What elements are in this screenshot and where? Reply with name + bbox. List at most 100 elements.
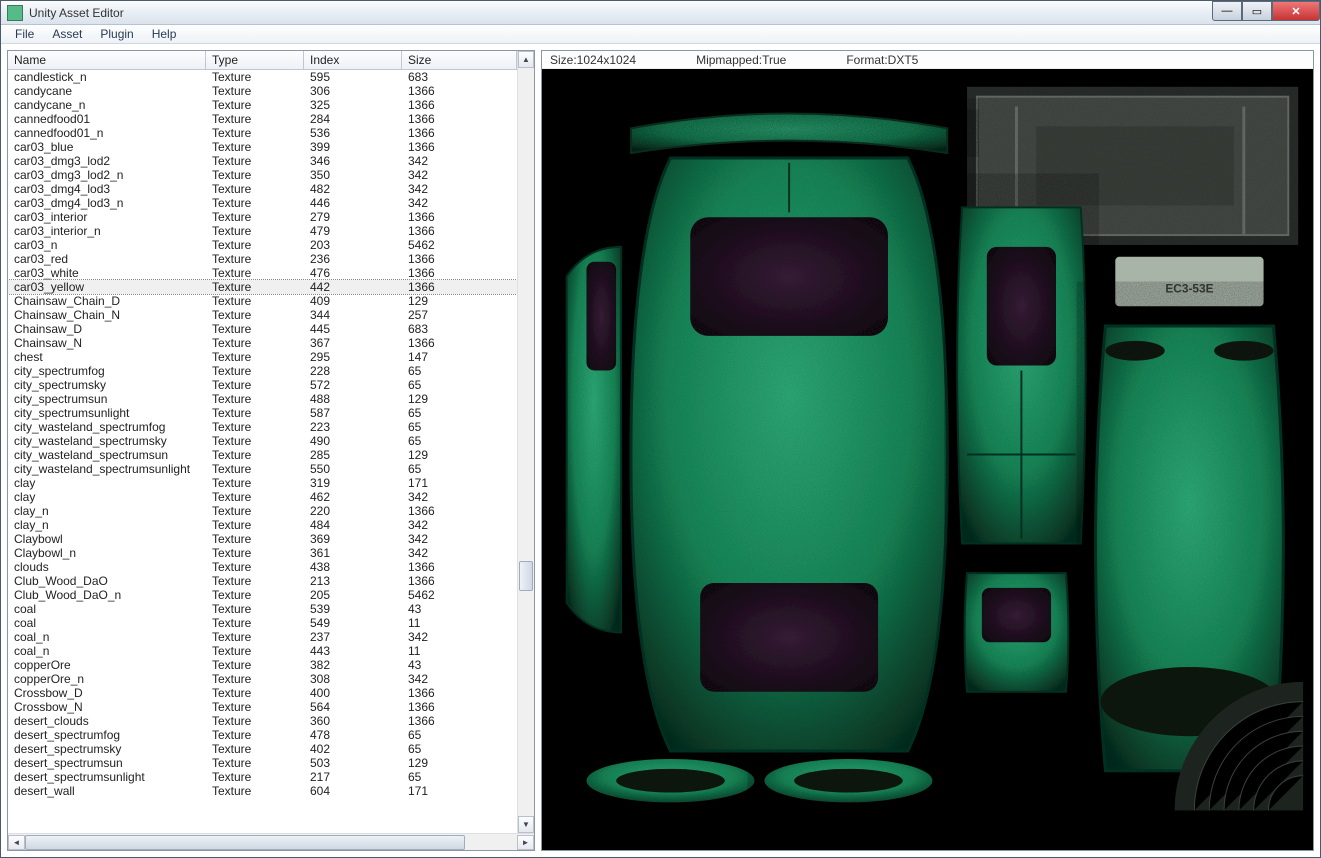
table-row[interactable]: city_spectrumsunTexture488129: [8, 392, 517, 406]
table-cell: Texture: [206, 154, 304, 168]
table-row[interactable]: city_wasteland_spectrumsunTexture285129: [8, 448, 517, 462]
table-row[interactable]: car03_nTexture2035462: [8, 238, 517, 252]
table-row[interactable]: city_spectrumskyTexture57265: [8, 378, 517, 392]
table-row[interactable]: coalTexture54911: [8, 616, 517, 630]
menu-file[interactable]: File: [7, 25, 42, 43]
scroll-thumb[interactable]: [519, 561, 533, 591]
table-cell: 478: [304, 728, 402, 742]
menu-asset[interactable]: Asset: [44, 25, 90, 43]
table-cell: chest: [8, 350, 206, 364]
scroll-right-button[interactable]: ►: [517, 835, 534, 850]
table-row[interactable]: car03_dmg4_lod3Texture482342: [8, 182, 517, 196]
table-cell: candycane: [8, 84, 206, 98]
table-row[interactable]: Chainsaw_Chain_DTexture409129: [8, 294, 517, 308]
table-row[interactable]: candycaneTexture3061366: [8, 84, 517, 98]
table-row[interactable]: chestTexture295147: [8, 350, 517, 364]
table-row[interactable]: Claybowl_nTexture361342: [8, 546, 517, 560]
table-row[interactable]: copperOre_nTexture308342: [8, 672, 517, 686]
table-row[interactable]: Chainsaw_NTexture3671366: [8, 336, 517, 350]
window-controls: — ▭ ✕: [1212, 1, 1320, 21]
table-row[interactable]: car03_interior_nTexture4791366: [8, 224, 517, 238]
table-cell: 683: [402, 322, 517, 336]
table-cell: Texture: [206, 322, 304, 336]
hscroll-track[interactable]: [25, 835, 517, 850]
table-row[interactable]: clay_nTexture484342: [8, 518, 517, 532]
table-row[interactable]: Crossbow_DTexture4001366: [8, 686, 517, 700]
minimize-button[interactable]: —: [1212, 1, 1242, 21]
table-cell: 1366: [402, 140, 517, 154]
table-cell: 65: [402, 406, 517, 420]
table-row[interactable]: car03_dmg3_lod2_nTexture350342: [8, 168, 517, 182]
table-row[interactable]: coal_nTexture44311: [8, 644, 517, 658]
table-cell: 147: [402, 350, 517, 364]
table-row[interactable]: desert_spectrumfogTexture47865: [8, 728, 517, 742]
table-row[interactable]: cloudsTexture4381366: [8, 560, 517, 574]
table-row[interactable]: desert_wallTexture604171: [8, 784, 517, 798]
table-cell: 1366: [402, 224, 517, 238]
table-row[interactable]: Club_Wood_DaO_nTexture2055462: [8, 588, 517, 602]
table-row[interactable]: car03_blueTexture3991366: [8, 140, 517, 154]
table-cell: Texture: [206, 546, 304, 560]
table-cell: Chainsaw_Chain_D: [8, 294, 206, 308]
table-row[interactable]: ClaybowlTexture369342: [8, 532, 517, 546]
table-row[interactable]: city_wasteland_spectrumsunlightTexture55…: [8, 462, 517, 476]
vertical-scrollbar[interactable]: ▲ ▼: [517, 51, 534, 833]
table-row[interactable]: cannedfood01_nTexture5361366: [8, 126, 517, 140]
table-row[interactable]: coal_nTexture237342: [8, 630, 517, 644]
scroll-up-button[interactable]: ▲: [518, 51, 534, 68]
window-title: Unity Asset Editor: [29, 6, 124, 20]
menu-plugin[interactable]: Plugin: [92, 25, 141, 43]
column-index[interactable]: Index: [304, 51, 402, 69]
table-body[interactable]: candlestick_nTexture595683candycaneTextu…: [8, 70, 517, 833]
table-row[interactable]: desert_spectrumsunlightTexture21765: [8, 770, 517, 784]
table-row[interactable]: desert_spectrumsunTexture503129: [8, 756, 517, 770]
table-row[interactable]: city_wasteland_spectrumskyTexture49065: [8, 434, 517, 448]
table-row[interactable]: coalTexture53943: [8, 602, 517, 616]
table-row[interactable]: city_spectrumsunlightTexture58765: [8, 406, 517, 420]
table-row[interactable]: candycane_nTexture3251366: [8, 98, 517, 112]
titlebar[interactable]: Unity Asset Editor — ▭ ✕: [1, 1, 1320, 25]
menu-help[interactable]: Help: [144, 25, 185, 43]
scroll-left-button[interactable]: ◄: [8, 835, 25, 850]
column-type[interactable]: Type: [206, 51, 304, 69]
table-row[interactable]: city_spectrumfogTexture22865: [8, 364, 517, 378]
table-row[interactable]: Chainsaw_DTexture445683: [8, 322, 517, 336]
maximize-button[interactable]: ▭: [1242, 1, 1272, 21]
table-row[interactable]: clayTexture319171: [8, 476, 517, 490]
table-cell: 442: [304, 280, 402, 294]
hscroll-thumb[interactable]: [25, 835, 465, 850]
table-cell: Texture: [206, 518, 304, 532]
horizontal-scrollbar[interactable]: ◄ ►: [8, 833, 534, 850]
scroll-down-button[interactable]: ▼: [518, 816, 534, 833]
column-name[interactable]: Name: [8, 51, 206, 69]
info-mipmapped: Mipmapped:True: [696, 53, 786, 67]
table-row[interactable]: car03_whiteTexture4761366: [8, 266, 517, 280]
table-row[interactable]: candlestick_nTexture595683: [8, 70, 517, 84]
table-row[interactable]: desert_spectrumskyTexture40265: [8, 742, 517, 756]
table-row[interactable]: Club_Wood_DaOTexture2131366: [8, 574, 517, 588]
table-cell: clay_n: [8, 518, 206, 532]
table-row[interactable]: car03_dmg3_lod2Texture346342: [8, 154, 517, 168]
column-size[interactable]: Size: [402, 51, 517, 69]
table-row[interactable]: clay_nTexture2201366: [8, 504, 517, 518]
table-row[interactable]: Crossbow_NTexture5641366: [8, 700, 517, 714]
table-row[interactable]: copperOreTexture38243: [8, 658, 517, 672]
texture-info-bar: Size:1024x1024 Mipmapped:True Format:DXT…: [542, 51, 1313, 69]
table-cell: 236: [304, 252, 402, 266]
table-row[interactable]: city_wasteland_spectrumfogTexture22365: [8, 420, 517, 434]
table-row[interactable]: clayTexture462342: [8, 490, 517, 504]
table-row[interactable]: cannedfood01Texture2841366: [8, 112, 517, 126]
table-cell: 279: [304, 210, 402, 224]
table-row[interactable]: desert_cloudsTexture3601366: [8, 714, 517, 728]
close-button[interactable]: ✕: [1272, 1, 1320, 21]
table-row[interactable]: Chainsaw_Chain_NTexture344257: [8, 308, 517, 322]
table-row[interactable]: car03_yellowTexture4421366: [8, 280, 517, 294]
table-cell: Texture: [206, 252, 304, 266]
table-row[interactable]: car03_redTexture2361366: [8, 252, 517, 266]
table-row[interactable]: car03_dmg4_lod3_nTexture446342: [8, 196, 517, 210]
table-cell: Texture: [206, 616, 304, 630]
table-cell: desert_spectrumsunlight: [8, 770, 206, 784]
table-cell: 65: [402, 364, 517, 378]
table-row[interactable]: car03_interiorTexture2791366: [8, 210, 517, 224]
table-cell: 342: [402, 672, 517, 686]
